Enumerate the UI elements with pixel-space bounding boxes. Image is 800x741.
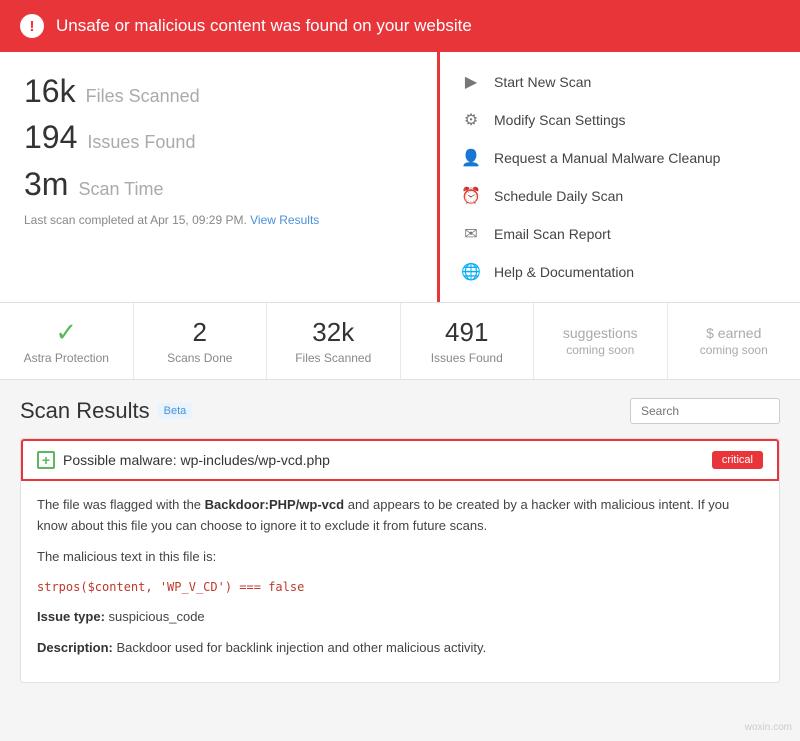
start-scan-label: Start New Scan <box>494 74 591 90</box>
summary-value-earned: $ earned <box>706 325 761 342</box>
stats-panel: 16k Files Scanned 194 Issues Found 3m Sc… <box>0 52 800 303</box>
result-description: The file was flagged with the Backdoor:P… <box>37 495 763 537</box>
critical-badge: critical <box>712 451 763 469</box>
malicious-code: strpos($content, 'WP_V_CD') === false <box>37 578 763 597</box>
summary-item-suggestions: suggestionscoming soon <box>534 303 668 379</box>
summary-label-issues-found: Issues Found <box>431 351 503 365</box>
summary-label-files-scanned: Files Scanned <box>295 351 371 365</box>
help-docs-label: Help & Documentation <box>494 264 634 280</box>
watermark: woxin.com <box>745 722 792 733</box>
result-title-text: Possible malware: wp-includes/wp-vcd.php <box>63 452 330 468</box>
summary-check-icon: ✓ <box>55 317 77 348</box>
alert-banner: Unsafe or malicious content was found on… <box>0 0 800 52</box>
summary-bar: ✓ Astra Protection 2 Scans Done 32k Files Sca… <box>0 303 800 380</box>
malicious-text-label: The malicious text in this file is: <box>37 547 763 568</box>
issue-type-line: Issue type: suspicious_code <box>37 607 763 628</box>
issue-type-label: Issue type: <box>37 609 109 624</box>
description-label: Description: <box>37 640 116 655</box>
malware-name: Backdoor:PHP/wp-vcd <box>205 497 344 512</box>
action-item-start-scan[interactable]: ▶ Start New Scan <box>460 66 780 98</box>
scan-results-title: Scan Results Beta <box>20 398 192 424</box>
issues-found-label: Issues Found <box>87 132 195 153</box>
issue-type-value: suspicious_code <box>109 609 205 624</box>
summary-label-astra-protection: Astra Protection <box>24 351 109 365</box>
schedule-scan-icon: ⏰ <box>460 185 482 207</box>
files-scanned-number: 16k <box>24 72 76 110</box>
issues-found-row: 194 Issues Found <box>24 118 413 156</box>
description-line: Description: Backdoor used for backlink … <box>37 638 763 659</box>
alert-text: Unsafe or malicious content was found on… <box>56 16 472 36</box>
help-docs-icon: 🌐 <box>460 261 482 283</box>
beta-badge: Beta <box>158 403 193 419</box>
scan-time-label: Scan Time <box>78 179 163 200</box>
search-input[interactable] <box>630 398 780 424</box>
view-results-link[interactable]: View Results <box>250 213 319 227</box>
stats-left: 16k Files Scanned 194 Issues Found 3m Sc… <box>0 52 440 302</box>
issues-found-number: 194 <box>24 118 77 156</box>
start-scan-icon: ▶ <box>460 71 482 93</box>
email-report-label: Email Scan Report <box>494 226 611 242</box>
action-item-modify-settings[interactable]: ⚙ Modify Scan Settings <box>460 104 780 136</box>
files-scanned-label: Files Scanned <box>86 86 200 107</box>
last-scan-text: Last scan completed at Apr 15, 09:29 PM. <box>24 213 247 227</box>
summary-label-scans-done: Scans Done <box>167 351 232 365</box>
scan-time-row: 3m Scan Time <box>24 165 413 203</box>
summary-coming-earned: coming soon <box>700 343 768 357</box>
result-card: + Possible malware: wp-includes/wp-vcd.p… <box>20 438 780 683</box>
scan-results-section: Scan Results Beta + Possible malware: wp… <box>0 380 800 695</box>
result-body: The file was flagged with the Backdoor:P… <box>21 481 779 682</box>
action-item-schedule-scan[interactable]: ⏰ Schedule Daily Scan <box>460 180 780 212</box>
result-header: + Possible malware: wp-includes/wp-vcd.p… <box>21 439 779 481</box>
email-report-icon: ✉ <box>460 223 482 245</box>
scan-results-header: Scan Results Beta <box>20 398 780 424</box>
summary-item-files-scanned: 32k Files Scanned <box>267 303 401 379</box>
summary-value-scans-done: 2 <box>193 317 207 348</box>
alert-icon <box>20 14 44 38</box>
action-item-manual-cleanup[interactable]: 👤 Request a Manual Malware Cleanup <box>460 142 780 174</box>
summary-item-earned: $ earnedcoming soon <box>668 303 800 379</box>
action-item-help-docs[interactable]: 🌐 Help & Documentation <box>460 256 780 288</box>
last-scan-info: Last scan completed at Apr 15, 09:29 PM.… <box>24 213 413 227</box>
summary-value-suggestions: suggestions <box>563 325 638 342</box>
summary-item-issues-found: 491 Issues Found <box>401 303 535 379</box>
modify-settings-label: Modify Scan Settings <box>494 112 626 128</box>
schedule-scan-label: Schedule Daily Scan <box>494 188 623 204</box>
summary-value-issues-found: 491 <box>445 317 488 348</box>
manual-cleanup-label: Request a Manual Malware Cleanup <box>494 150 720 166</box>
plus-icon: + <box>37 451 55 469</box>
scan-time-number: 3m <box>24 165 68 203</box>
actions-panel: ▶ Start New Scan ⚙ Modify Scan Settings 👤 Req… <box>440 52 800 302</box>
summary-value-files-scanned: 32k <box>312 317 354 348</box>
modify-settings-icon: ⚙ <box>460 109 482 131</box>
result-title: + Possible malware: wp-includes/wp-vcd.p… <box>37 451 330 469</box>
summary-item-scans-done: 2 Scans Done <box>134 303 268 379</box>
action-item-email-report[interactable]: ✉ Email Scan Report <box>460 218 780 250</box>
manual-cleanup-icon: 👤 <box>460 147 482 169</box>
summary-item-astra-protection: ✓ Astra Protection <box>0 303 134 379</box>
description-value: Backdoor used for backlink injection and… <box>116 640 486 655</box>
scan-results-heading: Scan Results <box>20 398 150 424</box>
summary-coming-suggestions: coming soon <box>566 343 634 357</box>
files-scanned-row: 16k Files Scanned <box>24 72 413 110</box>
